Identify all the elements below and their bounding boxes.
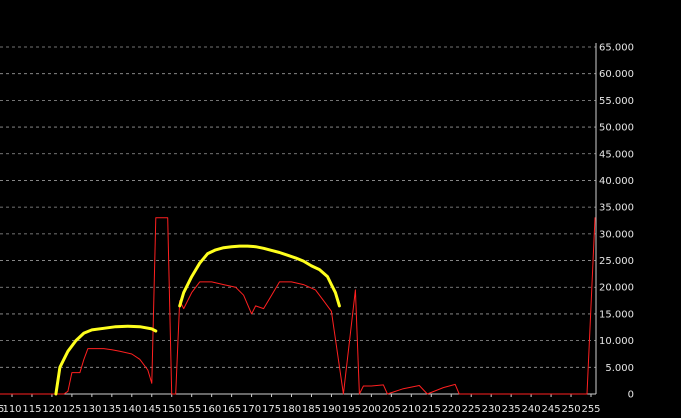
x-tick-label: 140 xyxy=(122,404,141,415)
x-tick-label: 195 xyxy=(342,404,361,415)
y-tick-label: 30.000 xyxy=(599,229,634,240)
x-tick-label: 110 xyxy=(2,404,21,415)
x-tick-label: 190 xyxy=(322,404,341,415)
x-tick-label: 210 xyxy=(402,404,421,415)
y-tick-label: 5.000 xyxy=(605,363,634,374)
y-tick-label: 45.000 xyxy=(599,149,634,160)
y-tick-label: 60.000 xyxy=(599,69,634,80)
x-tick-label: 130 xyxy=(82,404,101,415)
y-tick-label: 35.000 xyxy=(599,203,634,214)
x-tick-label: 145 xyxy=(142,404,161,415)
series-line-2 xyxy=(178,244,341,308)
x-tick-label: 220 xyxy=(442,404,461,415)
y-tick-label: 20.000 xyxy=(599,283,634,294)
x-tick-label: 225 xyxy=(462,404,481,415)
x-tick-label-edge: 5 xyxy=(0,404,4,415)
y-tick-label: 10.000 xyxy=(599,336,634,347)
x-tick-label: 165 xyxy=(222,404,241,415)
y-tick-label: 50.000 xyxy=(599,123,634,134)
grid-lines xyxy=(0,46,596,368)
x-tick-label: 115 xyxy=(22,404,41,415)
x-tick-label: 155 xyxy=(182,404,201,415)
y-tick-label: 15.000 xyxy=(599,309,634,320)
x-tick-label: 160 xyxy=(202,404,221,415)
y-tick-label: 55.000 xyxy=(599,96,634,107)
x-tick-label: 255 xyxy=(581,404,600,415)
x-tick-label: 120 xyxy=(42,404,61,415)
x-tick-label: 205 xyxy=(382,404,401,415)
x-tick-label: 150 xyxy=(162,404,181,415)
x-tick-label: 180 xyxy=(282,404,301,415)
x-tick-label: 125 xyxy=(62,404,81,415)
x-tick-label: 230 xyxy=(482,404,501,415)
x-tick-label: 235 xyxy=(502,404,521,415)
y-tick-labels: 0 5.000 10.000 15.000 20.000 25.000 30.000 35.0… xyxy=(599,43,634,401)
x-tick-label: 175 xyxy=(262,404,281,415)
x-tick-label: 135 xyxy=(102,404,121,415)
y-tick-label: 40.000 xyxy=(599,176,634,187)
y-tick-label: 65.000 xyxy=(599,43,634,54)
axes xyxy=(0,43,597,397)
x-tick-label: 240 xyxy=(522,404,541,415)
x-tick-label: 170 xyxy=(242,404,261,415)
x-tick-label: 185 xyxy=(302,404,321,415)
x-tick-label: 250 xyxy=(561,404,580,415)
x-tick-label: 245 xyxy=(542,404,561,415)
y-tick-label: 25.000 xyxy=(599,256,634,267)
x-tick-label: 215 xyxy=(422,404,441,415)
x-tick-label: 200 xyxy=(362,404,381,415)
chart: 0 5.000 10.000 15.000 20.000 25.000 30.000 35.0… xyxy=(0,43,634,415)
y-tick-label: 0 xyxy=(628,390,634,401)
x-tick-labels: 110 115 120 125 130 135 140 145 150 155 160 165 170 1… xyxy=(0,404,601,415)
